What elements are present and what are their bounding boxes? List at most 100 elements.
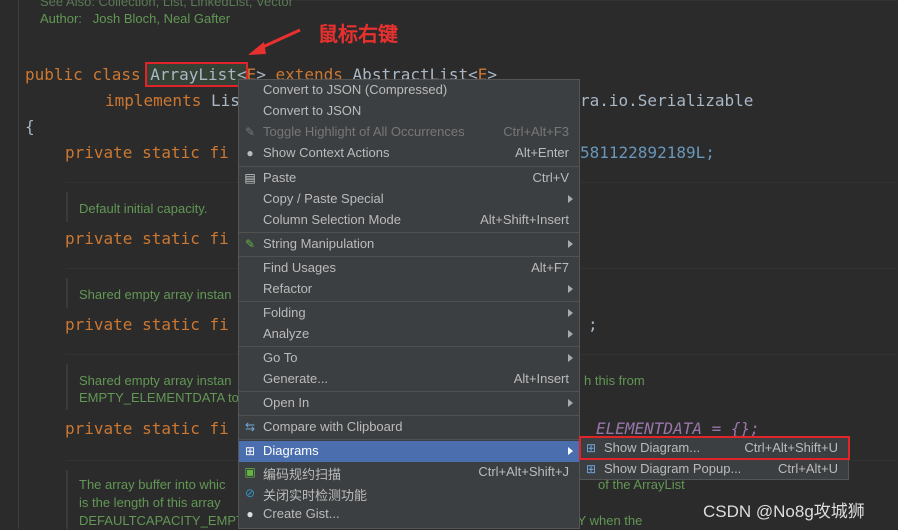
context-menu[interactable]: Convert to JSON (Compressed) Convert to … <box>238 79 580 529</box>
watermark: CSDN @No8g攻城狮 <box>703 502 865 521</box>
scan-icon: ▣ <box>244 465 256 479</box>
lightbulb-icon: ● <box>246 146 254 160</box>
doc-empty-elementdata: EMPTY_ELEMENTDATA to <box>79 390 239 405</box>
open-brace: { <box>25 117 35 136</box>
clipboard-icon: ▤ <box>244 171 256 185</box>
menu-shortcut: Ctrl+Alt+Shift+J <box>478 464 569 479</box>
menu-shortcut: Alt+Insert <box>513 371 569 386</box>
javadoc-bar-2 <box>66 278 68 308</box>
javadoc-bar-4 <box>66 470 68 529</box>
menu-label: Create Gist... <box>263 506 340 521</box>
gutter-divider <box>18 0 19 529</box>
block-icon: ⊘ <box>244 486 256 500</box>
menu-item-go-to[interactable]: Go To <box>239 348 579 369</box>
menu-item-string-manipulation[interactable]: ✎ String Manipulation <box>239 234 579 255</box>
menu-label: Convert to JSON <box>263 103 362 118</box>
doc-shared-empty-2: Shared empty array instan <box>79 373 232 388</box>
menu-separator <box>239 232 579 233</box>
doc-shared-empty-2-tail: h this from <box>584 373 645 388</box>
menu-item-toggle-highlight[interactable]: ✎ Toggle Highlight of All Occurrences Ctrl… <box>239 122 579 143</box>
javadoc-bar-1 <box>66 192 68 222</box>
compare-icon: ⇆ <box>244 420 256 434</box>
menu-label: String Manipulation <box>263 236 375 251</box>
menu-label: Compare with Clipboard <box>263 419 403 434</box>
menu-item-create-gist[interactable]: ● Create Gist... <box>239 504 579 525</box>
show-diagram-highlight-box <box>579 436 850 460</box>
github-icon: ● <box>246 507 254 521</box>
menu-separator <box>239 301 579 302</box>
menu-shortcut: Ctrl+Alt+U <box>778 461 838 476</box>
code-field-serial: private static fi <box>65 143 229 162</box>
red-arrow-icon <box>248 28 301 55</box>
menu-label: Column Selection Mode <box>263 212 402 227</box>
menu-shortcut: Ctrl+V <box>532 170 569 185</box>
menu-label: Paste <box>263 170 297 185</box>
menu-label: Go To <box>263 350 298 365</box>
class-name-arraylist[interactable]: ArrayList <box>150 65 237 84</box>
doc-author: Author: Josh Bloch, Neal Gafter <box>40 11 231 26</box>
code-field-empty: private static fi <box>65 315 229 334</box>
menu-item-close-realtime[interactable]: ⊘ 关闭实时检测功能 <box>239 483 579 504</box>
submenu-item-show-diagram-popup[interactable]: ⊞ Show Diagram Popup... Ctrl+Alt+U <box>580 459 848 480</box>
menu-item-refactor[interactable]: Refactor <box>239 279 579 300</box>
menu-label: Analyze <box>263 326 310 341</box>
menu-label: Folding <box>263 305 306 320</box>
menu-item-convert-json[interactable]: Convert to JSON <box>239 101 579 122</box>
menu-label: Show Context Actions <box>263 145 390 160</box>
menu-item-folding[interactable]: Folding <box>239 303 579 324</box>
annotation-right-click: 鼠标右键 <box>318 24 398 46</box>
menu-separator <box>239 346 579 347</box>
menu-label: Show Diagram Popup... <box>604 461 742 476</box>
menu-separator <box>239 256 579 257</box>
kw-class: class <box>92 65 151 84</box>
menu-item-open-in[interactable]: Open In <box>239 393 579 414</box>
menu-label: Diagrams <box>263 443 319 458</box>
code-serial-tail: 581122892189L; <box>580 143 715 162</box>
highlighter-icon: ✎ <box>244 125 256 139</box>
code-line-implements: implements Lis <box>105 91 240 111</box>
chevron-right-icon <box>568 285 573 293</box>
menu-item-analyze[interactable]: Analyze <box>239 324 579 345</box>
menu-item-compare-clipboard[interactable]: ⇆ Compare with Clipboard <box>239 417 579 438</box>
menu-label: Refactor <box>263 281 313 296</box>
menu-shortcut: Alt+Shift+Insert <box>480 212 569 227</box>
menu-label: Generate... <box>263 371 329 386</box>
doc-length: is the length of this array <box>79 495 221 510</box>
menu-separator <box>239 391 579 392</box>
menu-label: 关闭实时检测功能 <box>263 488 368 503</box>
chevron-right-icon <box>568 447 573 455</box>
doc-see-also: See Also: Collection, List, LinkedList, … <box>40 0 293 9</box>
menu-label: Toggle Highlight of All Occurrences <box>263 124 465 139</box>
diagram-icon: ⊞ <box>244 444 256 458</box>
chevron-right-icon <box>568 330 573 338</box>
chevron-right-icon <box>568 354 573 362</box>
kw-public: public <box>25 65 93 84</box>
menu-item-code-scan[interactable]: ▣ 编码规约扫描 Ctrl+Alt+Shift+J <box>239 462 579 483</box>
chevron-right-icon <box>568 240 573 248</box>
code-field-default: private static fi <box>65 419 229 438</box>
menu-item-generate[interactable]: Generate... Alt+Insert <box>239 369 579 390</box>
menu-item-copy-paste-special[interactable]: Copy / Paste Special <box>239 189 579 210</box>
menu-item-convert-json-compressed[interactable]: Convert to JSON (Compressed) <box>239 80 579 101</box>
doc-array-buffer: The array buffer into whic <box>79 477 226 492</box>
chevron-right-icon <box>568 195 573 203</box>
kw-implements: implements <box>105 91 211 110</box>
menu-item-paste[interactable]: ▤ Paste Ctrl+V <box>239 168 579 189</box>
menu-item-diagrams[interactable]: ⊞ Diagrams <box>239 441 579 462</box>
doc-shared-empty: Shared empty array instan <box>79 287 232 302</box>
menu-item-find-usages[interactable]: Find Usages Alt+F7 <box>239 258 579 279</box>
menu-item-column-selection-mode[interactable]: Column Selection Mode Alt+Shift+Insert <box>239 210 579 231</box>
menu-shortcut: Ctrl+Alt+F3 <box>503 124 569 139</box>
chevron-right-icon <box>568 309 573 317</box>
javadoc-bar-3 <box>66 364 68 410</box>
menu-separator <box>239 439 579 440</box>
menu-label: Find Usages <box>263 260 336 275</box>
doc-default-capacity: Default initial capacity. <box>79 201 208 216</box>
chevron-right-icon <box>568 399 573 407</box>
menu-shortcut: Alt+Enter <box>515 145 569 160</box>
menu-item-show-context-actions[interactable]: ● Show Context Actions Alt+Enter <box>239 143 579 164</box>
code-implements-tail: ra.io.Serializable <box>580 91 754 110</box>
pencil-icon: ✎ <box>244 237 256 251</box>
menu-separator <box>239 415 579 416</box>
menu-shortcut: Alt+F7 <box>531 260 569 275</box>
